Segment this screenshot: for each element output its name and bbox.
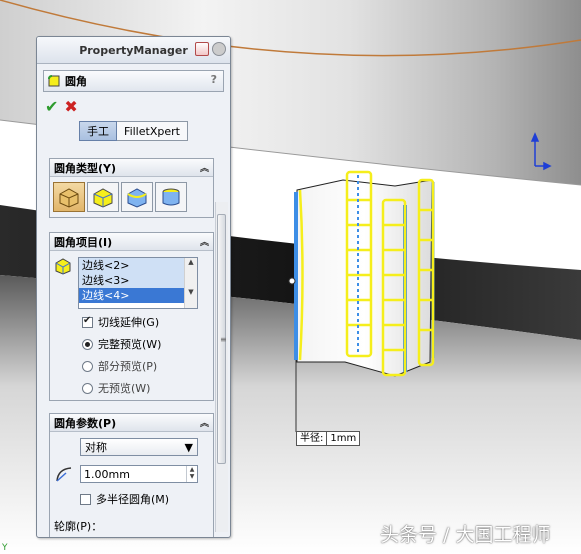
- help-icon[interactable]: ?: [211, 73, 217, 86]
- ok-button[interactable]: ✔: [45, 97, 58, 116]
- profile-label: 轮廓(P)：: [54, 520, 103, 533]
- multi-radius-checkbox[interactable]: [80, 493, 91, 505]
- collapse-chevron-icon[interactable]: ︽: [200, 416, 209, 429]
- radius-callout[interactable]: 半径: 1mm: [296, 431, 361, 446]
- radius-callout-value: 1mm: [326, 432, 359, 445]
- constant-radius-button[interactable]: [53, 182, 85, 212]
- pin-icon[interactable]: [195, 42, 209, 56]
- property-manager-title: PropertyManager: [79, 43, 188, 57]
- panel-scroll-thumb[interactable]: ≡: [217, 214, 227, 464]
- fillet-params-section: 圆角参数(P) ︽ 对称 ▼ 1.00mm ▲ ▼ 多半径圆角(M) 轮廓(P)…: [49, 413, 214, 537]
- no-preview-option[interactable]: 无预览(W): [50, 377, 213, 399]
- edge-selection-row: 边线<2> 边线<3> 边线<4> ▲ ▼: [50, 251, 213, 311]
- fillet-feature-icon: [48, 75, 60, 87]
- fillet-type-title: 圆角类型(Y): [54, 161, 117, 175]
- radius-spinner[interactable]: ▲ ▼: [186, 466, 197, 482]
- axis-y-indicator: Y: [1, 543, 8, 553]
- spin-down-icon[interactable]: ▼: [187, 473, 197, 480]
- panel-scrollbar[interactable]: ≡: [215, 202, 228, 532]
- edge-list-item[interactable]: 边线<3>: [79, 273, 185, 288]
- partial-preview-option[interactable]: 部分预览(P): [50, 355, 213, 377]
- watermark: 头条号 / 大国工程师: [380, 524, 551, 546]
- settings-icon[interactable]: [212, 42, 226, 56]
- tangent-propagation-checkbox[interactable]: [82, 315, 93, 328]
- fillet-type-header[interactable]: 圆角类型(Y) ︽: [50, 159, 213, 177]
- feature-title-bar: 圆角 ?: [43, 70, 224, 92]
- fillet-items-header[interactable]: 圆角项目(I) ︽: [50, 233, 213, 251]
- tab-manual[interactable]: 手工: [79, 121, 118, 141]
- no-preview-label: 无预览(W): [98, 382, 151, 395]
- symmetry-value: 对称: [85, 441, 107, 454]
- symmetry-dropdown[interactable]: 对称 ▼: [80, 438, 198, 456]
- fillet-items-section: 圆角项目(I) ︽ 边线<2> 边线<3> 边线<4> ▲ ▼ 切线延伸(G): [49, 232, 214, 401]
- variable-radius-icon: [93, 188, 113, 208]
- partial-preview-radio[interactable]: [82, 360, 93, 372]
- partial-preview-label: 部分预览(P): [98, 360, 158, 373]
- fillet-params-title: 圆角参数(P): [54, 416, 117, 430]
- radius-input[interactable]: 1.00mm ▲ ▼: [80, 465, 198, 483]
- chevron-down-icon: ▼: [184, 440, 193, 454]
- full-round-button[interactable]: [155, 182, 187, 212]
- ok-cancel-row: ✔ ✖: [37, 95, 230, 117]
- full-preview-label: 完整预览(W): [98, 338, 162, 351]
- face-fillet-icon: [127, 188, 147, 208]
- variable-radius-button[interactable]: [87, 182, 119, 212]
- radius-callout-label: 半径:: [300, 433, 324, 444]
- no-preview-radio[interactable]: [82, 382, 93, 394]
- edge-handle[interactable]: [288, 277, 296, 285]
- tangent-propagation-label: 切线延伸(G): [98, 316, 160, 329]
- tangent-propagation-option[interactable]: 切线延伸(G): [50, 311, 213, 333]
- constant-radius-icon: [59, 188, 79, 208]
- full-preview-option[interactable]: 完整预览(W): [50, 333, 213, 355]
- property-manager-header: PropertyManager: [37, 37, 230, 64]
- collapse-chevron-icon[interactable]: ︽: [200, 161, 209, 174]
- face-fillet-button[interactable]: [121, 182, 153, 212]
- radius-icon: [56, 467, 72, 482]
- multi-radius-option[interactable]: 多半径圆角(M): [50, 488, 213, 510]
- fillet-items-title: 圆角项目(I): [54, 235, 113, 249]
- edge-list-item-selected[interactable]: 边线<4>: [79, 288, 185, 303]
- collapse-chevron-icon[interactable]: ︽: [200, 235, 209, 248]
- multi-radius-label: 多半径圆角(M): [96, 493, 170, 506]
- full-preview-radio[interactable]: [82, 338, 93, 350]
- mode-tabs: 手工 FilletXpert: [37, 121, 230, 141]
- tab-filletxpert[interactable]: FilletXpert: [117, 121, 188, 141]
- fillet-type-section: 圆角类型(Y) ︽: [49, 158, 214, 218]
- spin-up-icon[interactable]: ▲: [187, 466, 197, 473]
- radius-row: 1.00mm ▲ ▼: [50, 456, 213, 484]
- full-round-icon: [162, 188, 180, 206]
- edge-list-item[interactable]: 边线<2>: [79, 258, 185, 273]
- scroll-grip-icon: ≡: [220, 335, 227, 344]
- edge-list[interactable]: 边线<2> 边线<3> 边线<4> ▲ ▼: [78, 257, 198, 309]
- property-manager-panel: PropertyManager 圆角 ? ✔ ✖ 手工 FilletXpert …: [36, 36, 231, 538]
- feature-name: 圆角: [65, 75, 87, 88]
- fillet-type-buttons: [50, 177, 213, 217]
- edge-selection-icon: [55, 258, 71, 275]
- edge-list-scrollbar[interactable]: ▲ ▼: [184, 258, 197, 308]
- scroll-up-icon[interactable]: ▲: [185, 258, 197, 266]
- prism-body[interactable]: [296, 179, 433, 377]
- cancel-button[interactable]: ✖: [64, 97, 77, 116]
- radius-input-value: 1.00mm: [84, 467, 130, 481]
- fillet-params-header[interactable]: 圆角参数(P) ︽: [50, 414, 213, 432]
- scroll-down-icon[interactable]: ▼: [185, 288, 197, 296]
